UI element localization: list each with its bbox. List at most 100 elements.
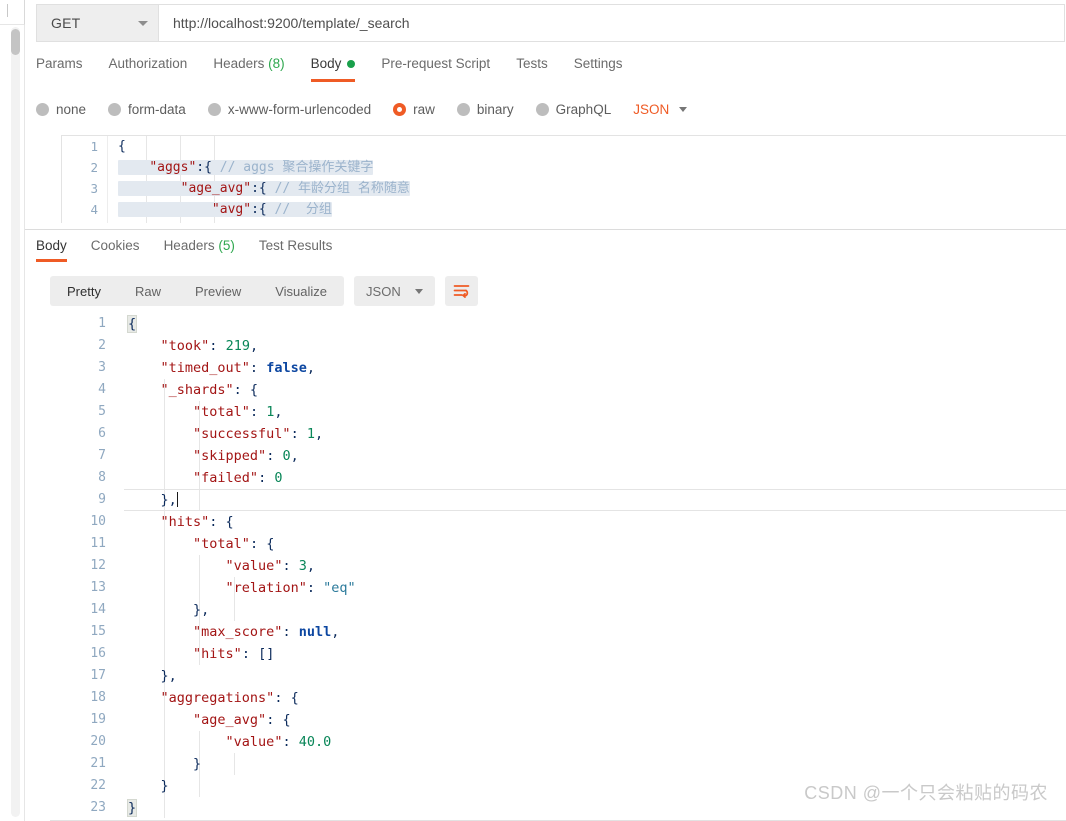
response-code-line: 1{ [36, 313, 1066, 335]
code-token: "took" [160, 338, 210, 354]
response-tab-body[interactable]: Body [36, 238, 83, 262]
request-tab-pre-request-script[interactable]: Pre-request Script [381, 56, 508, 82]
code-text: "max_score": null, [128, 621, 339, 643]
body-type-form-data[interactable]: form-data [108, 102, 186, 117]
code-token: "age_avg" [193, 712, 267, 728]
line-number: 3 [90, 181, 98, 196]
code-token: :{ [251, 181, 275, 196]
code-token: // 年龄分组 名称随意 [274, 181, 410, 196]
line-number: 18 [90, 690, 106, 705]
code-text: "took": 219, [128, 335, 259, 357]
code-token: "total" [193, 536, 250, 552]
response-tab-cookies[interactable]: Cookies [91, 238, 156, 262]
body-type-label: form-data [128, 101, 186, 117]
response-tabs: Body Cookies Headers (5) Test Results [36, 238, 356, 268]
response-code-line: 5 "total": 1, [36, 401, 1066, 423]
line-number: 4 [98, 382, 106, 397]
code-token: "aggregations" [160, 690, 275, 706]
tab-count-badge: (8) [264, 56, 285, 71]
code-token: "relation" [225, 580, 307, 596]
code-token: null [298, 624, 332, 640]
body-type-label: raw [413, 101, 435, 117]
body-type-graphql[interactable]: GraphQL [535, 102, 611, 117]
response-format-dropdown[interactable]: JSON [354, 276, 435, 306]
response-code-line: 12 "value": 3, [36, 555, 1066, 577]
wrap-text-button[interactable] [444, 276, 478, 306]
response-code-area[interactable]: 1{2 "took": 219, 3 "timed_out": false, 4 "… [36, 313, 1066, 818]
line-number: 21 [90, 756, 106, 771]
view-mode-raw[interactable]: Raw [118, 276, 178, 306]
view-mode-visualize[interactable]: Visualize [258, 276, 344, 306]
sidebar-scrollbar-thumb[interactable] [11, 29, 20, 55]
code-text: }, [128, 665, 177, 687]
response-code-line: 14 }, [36, 599, 1066, 621]
body-type-label: x-www-form-urlencoded [227, 101, 372, 117]
response-tab-test-results[interactable]: Test Results [259, 238, 349, 262]
code-text: "skipped": 0, [128, 445, 299, 467]
request-tab-body[interactable]: Body [310, 56, 374, 82]
request-tab-headers[interactable]: Headers (8) [213, 56, 302, 82]
code-text: "value": 40.0 [128, 731, 332, 753]
response-tab-headers[interactable]: Headers (5) [164, 238, 251, 262]
line-number: 3 [98, 360, 106, 375]
request-code-area[interactable]: 1{2 "aggs":{ // aggs 聚合操作关键字 3 "age_avg":… [62, 136, 1066, 220]
request-tab-params[interactable]: Params [36, 56, 101, 82]
line-number: 7 [98, 448, 106, 463]
code-token: "age_avg" [180, 181, 252, 196]
request-tab-authorization[interactable]: Authorization [109, 56, 206, 82]
response-code-line: 20 "value": 40.0 [36, 731, 1066, 753]
sidebar-scrollbar-track[interactable] [11, 27, 20, 817]
radio-icon [393, 102, 407, 116]
code-token: : [282, 558, 299, 574]
request-format-label[interactable]: JSON [633, 102, 669, 117]
code-token: }, [160, 668, 177, 684]
code-text: } [128, 775, 169, 797]
text-cursor [176, 492, 178, 507]
body-type-none[interactable]: none [36, 102, 86, 117]
code-text: { [126, 313, 138, 335]
line-number: 14 [90, 602, 106, 617]
view-mode-preview[interactable]: Preview [178, 276, 258, 306]
code-text: "timed_out": false, [128, 357, 315, 379]
code-token: // 分组 [274, 202, 332, 217]
http-method-dropdown[interactable]: GET [37, 5, 159, 41]
code-text: }, [128, 489, 178, 511]
view-mode-pretty[interactable]: Pretty [50, 276, 118, 306]
body-type-binary[interactable]: binary [456, 102, 514, 117]
code-text: "age_avg":{ // 年龄分组 名称随意 [118, 178, 410, 199]
body-type-raw[interactable]: raw [393, 102, 435, 117]
radio-icon [207, 102, 221, 116]
code-token: "hits" [160, 514, 210, 530]
request-code-line: 4 "avg":{ // 分组 [62, 199, 1066, 220]
code-token: "timed_out" [160, 360, 250, 376]
code-token: : [290, 426, 307, 442]
code-token: "failed" [193, 470, 259, 486]
code-token: : { [209, 514, 234, 530]
line-number: 19 [90, 712, 106, 727]
url-input[interactable]: http://localhost:9200/template/_search [159, 5, 1064, 41]
response-code-line: 11 "total": { [36, 533, 1066, 555]
response-view-mode-group: Pretty Raw Preview Visualize [50, 276, 345, 306]
radio-icon [456, 102, 470, 116]
request-tab-tests[interactable]: Tests [516, 56, 566, 82]
response-body-editor[interactable]: 1{2 "took": 219, 3 "timed_out": false, 4 "… [36, 313, 1066, 818]
chevron-down-icon[interactable] [679, 106, 688, 112]
code-token: }, [193, 602, 210, 618]
request-tabs: Params Authorization Headers (8) Body Pre-re… [36, 56, 648, 90]
tab-label: Pre-request Script [381, 56, 491, 71]
request-body-editor[interactable]: 1{2 "aggs":{ // aggs 聚合操作关键字 3 "age_avg":… [61, 135, 1066, 223]
code-token: , [290, 448, 299, 464]
request-tab-settings[interactable]: Settings [574, 56, 641, 82]
tab-label: Cookies [90, 238, 140, 253]
code-text: "_shards": { [128, 379, 259, 401]
body-type-x-www-form-urlencoded[interactable]: x-www-form-urlencoded [207, 101, 372, 117]
